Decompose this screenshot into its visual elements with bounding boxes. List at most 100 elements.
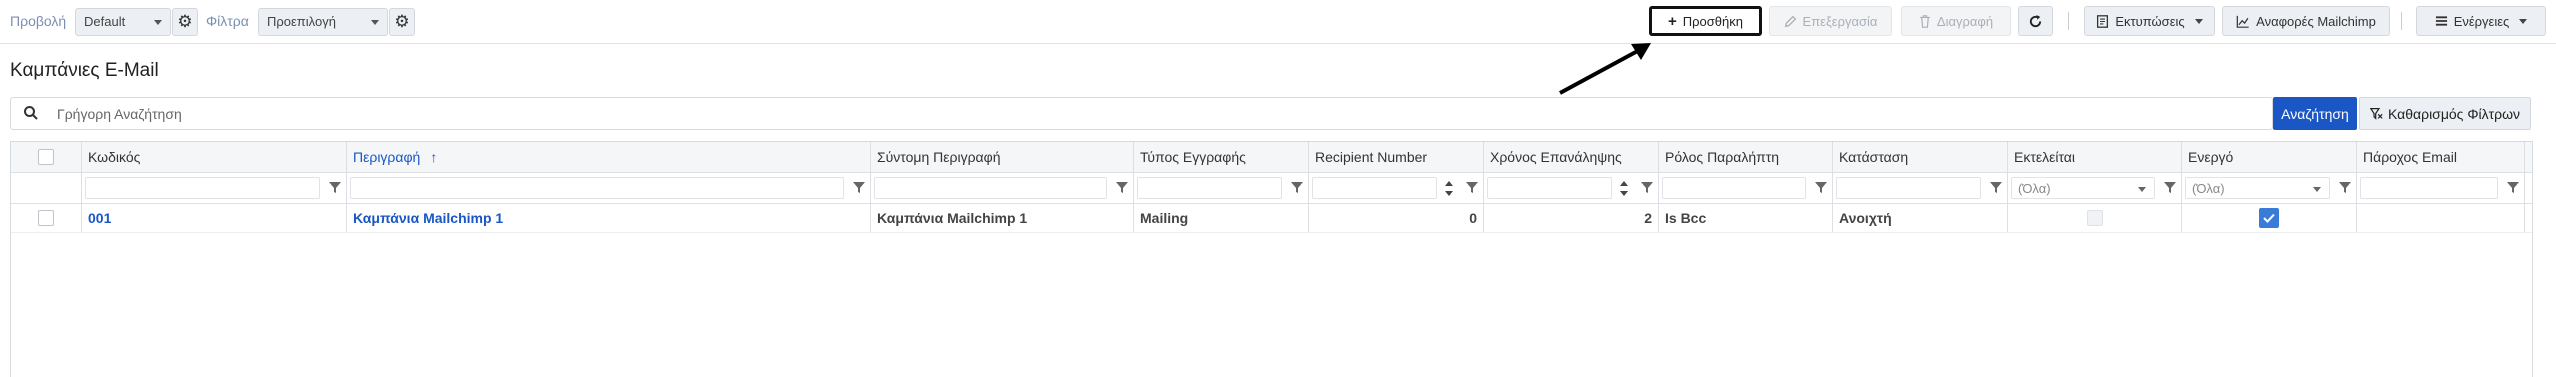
column-header-repeat-time[interactable]: Χρόνος Επανάληψης — [1484, 142, 1659, 172]
column-header-description[interactable]: Περιγραφή ↑ — [347, 142, 871, 172]
column-header-active[interactable]: Ενεργό — [2182, 142, 2357, 172]
filter-cell-short-description — [871, 173, 1134, 203]
filter-icon[interactable] — [1466, 181, 1478, 193]
campaigns-grid: Κωδικός Περιγραφή ↑ Σύντομη Περιγραφή Τύ… — [10, 141, 2533, 377]
cell-status: Ανοιχτή — [1833, 204, 2008, 232]
view-select-value: Default — [84, 14, 126, 29]
column-header-recipient-role[interactable]: Ρόλος Παραλήπτη — [1659, 142, 1833, 172]
select-all-cell — [11, 142, 82, 172]
cell-code-link[interactable]: 001 — [82, 204, 347, 232]
pencil-icon — [1784, 15, 1796, 27]
filter-select-active[interactable]: (Όλα) — [2185, 177, 2330, 199]
prints-button[interactable]: Εκτυπώσεις — [2084, 6, 2215, 36]
clear-filters-button[interactable]: Καθαρισμός Φίλτρων — [2359, 97, 2531, 130]
grid-header-row: Κωδικός Περιγραφή ↑ Σύντομη Περιγραφή Τύ… — [11, 142, 2532, 173]
filter-cell-recipient-role — [1659, 173, 1833, 203]
filter-cell-running: (Όλα) — [2008, 173, 2182, 203]
filter-cell-empty — [11, 173, 82, 203]
quick-search-input[interactable] — [55, 103, 2255, 125]
column-header-recipient-number[interactable]: Recipient Number — [1309, 142, 1484, 172]
row-select-checkbox[interactable] — [38, 210, 54, 226]
filter-select-running[interactable]: (Όλα) — [2011, 177, 2155, 199]
filter-input-code[interactable] — [85, 177, 320, 199]
cell-description-link[interactable]: Καμπάνια Mailchimp 1 — [347, 204, 871, 232]
mailchimp-reports-button[interactable]: Αναφορές Mailchimp — [2222, 6, 2390, 36]
filter-input-description[interactable] — [350, 177, 844, 199]
page-title: Καμπάνιες E-Mail — [10, 60, 159, 81]
column-header-short-description[interactable]: Σύντομη Περιγραφή — [871, 142, 1134, 172]
column-header-running[interactable]: Εκτελείται — [2008, 142, 2182, 172]
number-spinner-icon[interactable] — [1441, 177, 1457, 200]
filter-input-short-description[interactable] — [874, 177, 1107, 199]
filter-icon[interactable] — [1116, 181, 1128, 193]
filter-cell-active: (Όλα) — [2182, 173, 2357, 203]
cell-email-provider — [2357, 204, 2525, 232]
prints-button-label: Εκτυπώσεις — [2115, 13, 2185, 29]
filters-select-value: Προεπιλογή — [267, 14, 336, 29]
annotation-arrow — [1559, 43, 1651, 95]
menu-icon — [2435, 16, 2447, 26]
filter-icon[interactable] — [1641, 181, 1653, 193]
running-checkbox — [2086, 210, 2103, 226]
filter-input-email-provider[interactable] — [2360, 177, 2498, 199]
filter-input-status[interactable] — [1836, 177, 1981, 199]
filter-icon[interactable] — [2164, 181, 2176, 193]
chevron-down-icon — [2313, 187, 2321, 192]
filter-icon[interactable] — [1815, 181, 1827, 193]
sort-ascending-icon: ↑ — [430, 149, 438, 165]
filter-icon[interactable] — [329, 181, 341, 193]
filter-input-record-type[interactable] — [1137, 177, 1282, 199]
filter-icon[interactable] — [1990, 181, 2002, 193]
trash-icon — [1920, 14, 1930, 28]
edit-button-label: Επεξεργασία — [1802, 13, 1878, 29]
refresh-button[interactable] — [2018, 6, 2053, 36]
chevron-down-icon — [2194, 18, 2203, 24]
view-settings-gear-icon[interactable]: ⚙ — [172, 8, 198, 36]
actions-button[interactable]: Ενέργειες — [2416, 6, 2546, 36]
search-icon — [24, 106, 38, 120]
chevron-down-icon — [2138, 187, 2146, 192]
edit-button[interactable]: Επεξεργασία — [1769, 6, 1892, 36]
filter-select-active-value: (Όλα) — [2192, 181, 2225, 196]
filter-icon[interactable] — [2507, 181, 2519, 193]
view-label: Προβολή — [10, 13, 67, 29]
view-select[interactable]: Default — [75, 8, 171, 36]
filter-icon[interactable] — [1291, 181, 1303, 193]
chevron-down-icon — [371, 20, 379, 25]
delete-button[interactable]: Διαγραφή — [1901, 6, 2011, 36]
quick-search-box[interactable] — [10, 97, 2273, 130]
number-spinner-icon[interactable] — [1616, 177, 1632, 200]
cell-record-type: Mailing — [1134, 204, 1309, 232]
chevron-down-icon — [154, 20, 162, 25]
row-select-cell — [11, 204, 82, 232]
filter-icon[interactable] — [853, 181, 865, 193]
toolbar: Προβολή Default ⚙ Φίλτρα Προεπιλογή ⚙ + … — [0, 0, 2556, 44]
printer-icon — [2097, 14, 2109, 28]
column-header-status[interactable]: Κατάσταση — [1833, 142, 2008, 172]
filters-select[interactable]: Προεπιλογή — [258, 8, 388, 36]
toolbar-divider — [2068, 12, 2069, 30]
cell-running — [2008, 204, 2182, 232]
column-header-email-provider[interactable]: Πάροχος Email — [2357, 142, 2525, 172]
cell-active — [2182, 204, 2357, 232]
filters-settings-gear-icon[interactable]: ⚙ — [389, 8, 415, 36]
grid-filter-row: (Όλα) (Όλα) — [11, 173, 2532, 204]
column-header-record-type[interactable]: Τύπος Εγγραφής — [1134, 142, 1309, 172]
actions-button-label: Ενέργειες — [2453, 13, 2510, 29]
filter-icon[interactable] — [2339, 181, 2351, 193]
select-all-checkbox[interactable] — [38, 149, 54, 165]
filter-input-recipient-role[interactable] — [1662, 177, 1806, 199]
add-button[interactable]: + Προσθήκη — [1649, 6, 1762, 36]
column-header-code[interactable]: Κωδικός — [82, 142, 347, 172]
cell-short-description: Καμπάνια Mailchimp 1 — [871, 204, 1134, 232]
refresh-icon — [2029, 14, 2042, 27]
filter-input-repeat-time[interactable] — [1487, 177, 1612, 199]
table-row[interactable]: 001 Καμπάνια Mailchimp 1 Καμπάνια Mailch… — [11, 204, 2532, 233]
search-button[interactable]: Αναζήτηση — [2273, 97, 2357, 130]
filter-input-recipient-number[interactable] — [1312, 177, 1437, 199]
active-checkbox — [2259, 208, 2279, 228]
check-icon — [2263, 213, 2275, 223]
filters-label: Φίλτρα — [206, 13, 249, 29]
clear-filter-icon — [2369, 108, 2383, 120]
column-header-description-label: Περιγραφή — [353, 149, 421, 165]
